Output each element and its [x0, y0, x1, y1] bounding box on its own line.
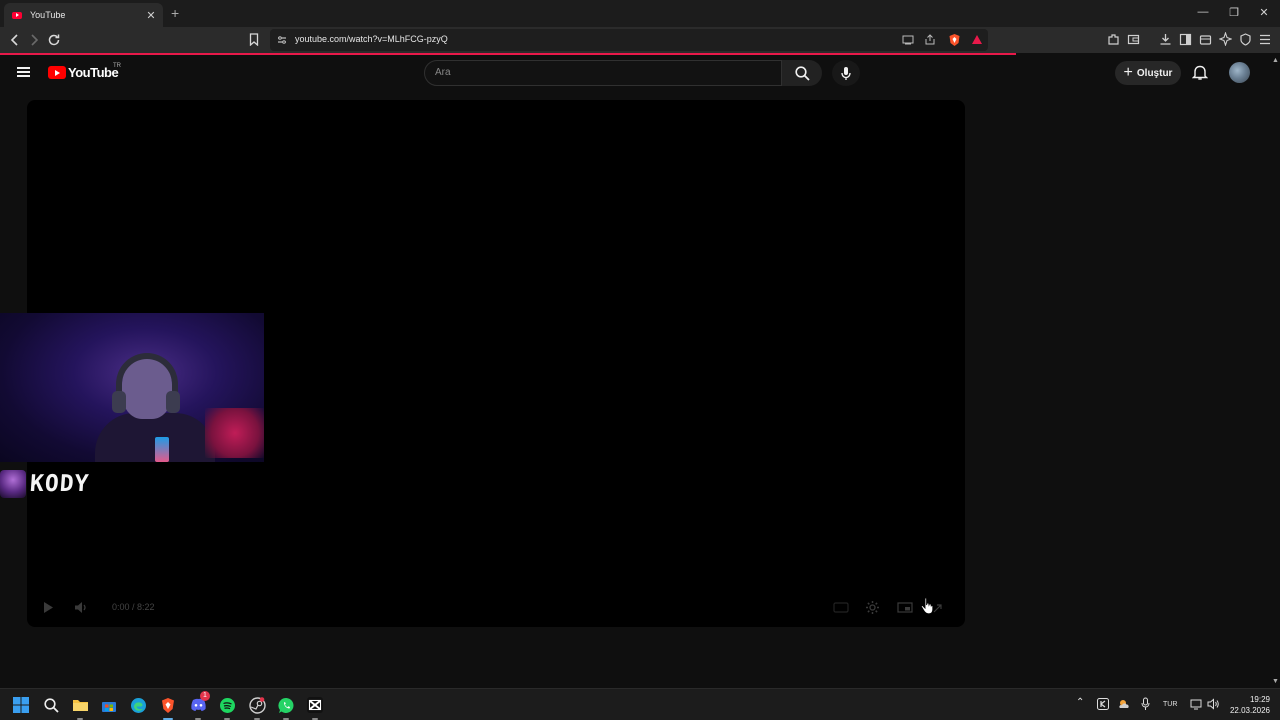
windows-start-icon[interactable]: [11, 695, 31, 715]
network-icon[interactable]: [1190, 698, 1202, 710]
new-tab-button[interactable]: +: [171, 5, 179, 21]
search-taskbar-icon[interactable]: [41, 695, 61, 715]
file-explorer-icon[interactable]: [70, 695, 90, 720]
system-clock[interactable]: 19:29 22.03.2026: [1226, 694, 1270, 716]
volume-icon[interactable]: [74, 601, 88, 614]
time-display: 0:00 / 8:22: [112, 602, 155, 612]
search-input[interactable]: [435, 67, 765, 78]
streamer-brand: KODY: [0, 470, 91, 498]
voice-search-button[interactable]: [832, 60, 860, 86]
search-box: [424, 60, 782, 86]
clock-time: 19:29: [1249, 695, 1270, 704]
vpn-shield-icon[interactable]: [1239, 33, 1252, 46]
youtube-logo[interactable]: YouTube TR: [48, 63, 121, 80]
search-icon: [795, 66, 810, 81]
spotify-icon[interactable]: [217, 695, 237, 720]
site-info-icon[interactable]: [277, 35, 287, 45]
wallet-card-icon[interactable]: [1199, 33, 1212, 46]
account-avatar[interactable]: [1229, 62, 1250, 83]
bookmark-icon[interactable]: [249, 33, 259, 46]
brave-shields-icon[interactable]: [948, 33, 961, 47]
whatsapp-icon[interactable]: [276, 695, 296, 720]
webcam-overlay: [0, 313, 264, 462]
capcut-icon[interactable]: [305, 695, 325, 720]
steam-icon[interactable]: [247, 695, 267, 720]
edge-icon[interactable]: [128, 695, 148, 715]
scroll-up-icon[interactable]: ▲: [1272, 57, 1279, 64]
youtube-favicon-icon: [12, 11, 22, 19]
miniplayer-icon[interactable]: [897, 602, 913, 613]
discord-notification-badge: 1: [200, 691, 210, 701]
brave-browser-icon[interactable]: [158, 695, 178, 720]
energy-drink-can: [155, 437, 169, 462]
create-label: Oluştur: [1136, 67, 1173, 79]
clock-date: 22.03.2026: [1229, 706, 1270, 715]
wallet-icon[interactable]: [1127, 33, 1140, 46]
windows-taskbar: 1 ⌃ TUR 19:29 22.03.2026: [0, 688, 1280, 720]
headset-icon: [116, 353, 178, 393]
scroll-down-icon[interactable]: ▼: [1272, 678, 1279, 685]
create-button[interactable]: + Oluştur: [1115, 61, 1181, 85]
browser-tab-bar: YouTube ✕ + — ❐ ✕: [0, 0, 1280, 27]
subtitles-icon[interactable]: [833, 602, 849, 613]
headset-ear-right: [166, 391, 180, 413]
url-text[interactable]: youtube.com/watch?v=MLhFCG-pzyQ: [295, 34, 448, 44]
streamer-name: KODY: [29, 471, 91, 497]
page-scrollbar[interactable]: ▲ ▼: [1270, 55, 1280, 688]
back-icon[interactable]: [9, 33, 21, 47]
input-language[interactable]: TUR: [1163, 701, 1177, 708]
streamer-logo-icon: [0, 470, 26, 498]
sidebar-icon[interactable]: [1179, 33, 1192, 46]
main-menu-icon[interactable]: [1259, 34, 1271, 45]
volume-tray-icon[interactable]: [1207, 698, 1220, 710]
tab-title: YouTube: [30, 10, 66, 20]
address-bar[interactable]: youtube.com/watch?v=MLhFCG-pzyQ: [270, 29, 988, 51]
tray-microphone-icon[interactable]: [1141, 697, 1150, 711]
restore-button[interactable]: ❐: [1227, 6, 1241, 19]
country-code: TR: [113, 63, 121, 69]
minimize-button[interactable]: —: [1196, 6, 1210, 18]
leo-ai-icon[interactable]: [1219, 32, 1232, 46]
share-icon[interactable]: [924, 34, 936, 46]
hand-cursor-icon: [920, 597, 934, 615]
tray-app-k-icon[interactable]: [1097, 698, 1109, 710]
extensions-icon[interactable]: [1107, 33, 1120, 46]
settings-gear-icon[interactable]: [865, 600, 880, 615]
search-button[interactable]: [782, 60, 822, 86]
browser-toolbar: youtube.com/watch?v=MLhFCG-pzyQ: [0, 27, 1280, 53]
notifications-bell-icon[interactable]: [1192, 64, 1208, 81]
onedrive-weather-icon[interactable]: [1117, 698, 1130, 710]
background-red-light: [205, 408, 264, 458]
play-icon[interactable]: [42, 601, 54, 614]
youtube-header: YouTube TR + Oluştur: [0, 55, 1270, 91]
youtube-play-logo-icon: [48, 66, 66, 79]
download-icon[interactable]: [1159, 33, 1172, 46]
reload-icon[interactable]: [47, 33, 61, 47]
hamburger-menu-icon[interactable]: [17, 67, 30, 77]
cast-icon[interactable]: [902, 35, 914, 45]
tray-overflow-chevron-icon[interactable]: ⌃: [1076, 697, 1084, 708]
fullscreen-icon[interactable]: [933, 604, 943, 613]
brave-rewards-icon[interactable]: [971, 34, 983, 45]
forward-icon[interactable]: [28, 33, 40, 47]
close-window-button[interactable]: ✕: [1257, 6, 1271, 19]
microsoft-store-icon[interactable]: [99, 695, 119, 715]
headset-ear-left: [112, 391, 126, 413]
plus-icon: +: [1123, 64, 1133, 81]
microphone-icon: [841, 67, 851, 80]
tab-close-icon[interactable]: ✕: [143, 9, 159, 22]
browser-tab[interactable]: YouTube ✕: [4, 3, 163, 27]
youtube-wordmark: YouTube: [68, 65, 119, 80]
discord-icon[interactable]: 1: [188, 691, 210, 720]
